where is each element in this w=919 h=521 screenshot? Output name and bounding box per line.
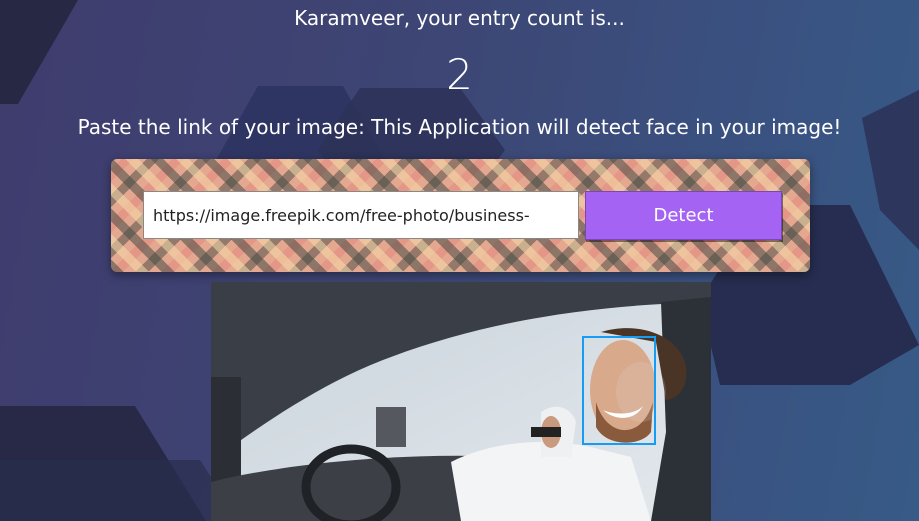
- result-image: [211, 282, 711, 521]
- image-link-form: Detect: [111, 159, 810, 272]
- face-bounding-box: [582, 336, 656, 445]
- image-url-input[interactable]: [143, 191, 579, 239]
- hexagon-shape: [862, 90, 919, 250]
- entry-count-message: Karamveer, your entry count is...: [294, 6, 625, 30]
- detect-button[interactable]: Detect: [585, 191, 782, 240]
- hexagon-shape: [0, 460, 240, 521]
- entry-count-value: 2: [446, 50, 473, 99]
- instructions-text: Paste the link of your image: This Appli…: [77, 115, 842, 139]
